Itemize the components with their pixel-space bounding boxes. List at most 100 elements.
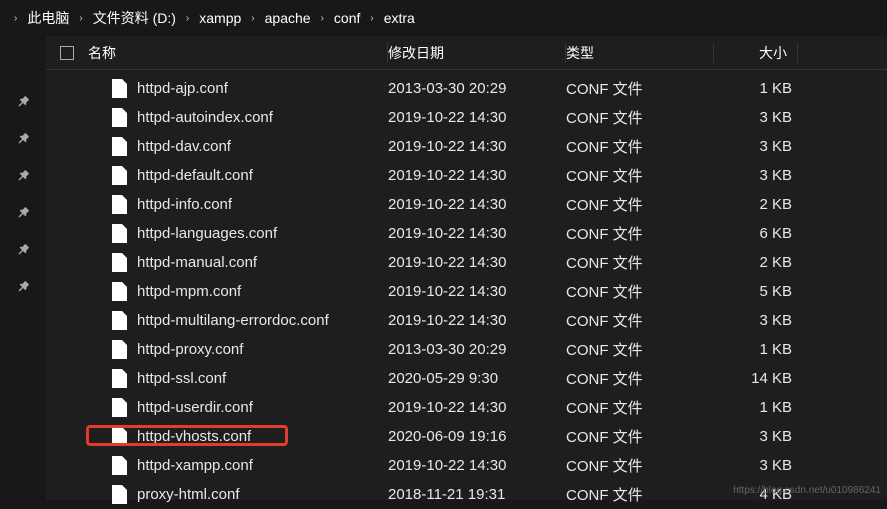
chevron-right-icon: › (370, 13, 373, 24)
file-type: CONF 文件 (566, 455, 714, 476)
file-type: CONF 文件 (566, 252, 714, 273)
column-header-row[interactable]: 名称 修改日期 类型 大小 (46, 36, 887, 70)
file-row[interactable]: httpd-dav.conf2019-10-22 14:30CONF 文件3 K… (46, 132, 887, 161)
file-size: 1 KB (714, 80, 798, 97)
file-date: 2020-05-29 9:30 (388, 370, 566, 387)
breadcrumb-segment[interactable]: extra (380, 8, 419, 28)
breadcrumb-segment[interactable]: apache (261, 8, 315, 28)
pin-icon[interactable] (15, 168, 31, 187)
chevron-right-icon: › (186, 13, 189, 24)
file-name: httpd-default.conf (137, 167, 253, 184)
file-size: 5 KB (714, 283, 798, 300)
breadcrumb-segment[interactable]: xampp (195, 8, 245, 28)
file-type: CONF 文件 (566, 107, 714, 128)
file-type: CONF 文件 (566, 281, 714, 302)
chevron-right-icon: › (79, 13, 82, 24)
file-date: 2019-10-22 14:30 (388, 254, 566, 271)
file-size: 6 KB (714, 225, 798, 242)
file-row[interactable]: httpd-userdir.conf2019-10-22 14:30CONF 文… (46, 393, 887, 422)
column-header-name[interactable]: 名称 (88, 43, 388, 63)
file-row[interactable]: httpd-languages.conf 2019-10-22 14:30CONF… (46, 219, 887, 248)
file-date: 2018-11-21 19:31 (388, 486, 566, 503)
file-icon (112, 456, 127, 475)
file-date: 2013-03-30 20:29 (388, 80, 566, 97)
file-name: httpd-vhosts.conf (137, 428, 251, 445)
select-all-checkbox[interactable] (60, 46, 88, 60)
file-icon (112, 427, 127, 446)
file-row[interactable]: httpd-multilang-errordoc.conf 2019-10-22 … (46, 306, 887, 335)
file-name: proxy-html.conf (137, 486, 240, 503)
file-row[interactable]: httpd-default.conf2019-10-22 14:30CONF 文… (46, 161, 887, 190)
pin-icon[interactable] (15, 94, 31, 113)
file-name: httpd-manual.conf (137, 254, 257, 271)
file-size: 3 KB (714, 312, 798, 329)
file-size: 14 KB (714, 370, 798, 387)
file-type: CONF 文件 (566, 194, 714, 215)
file-row[interactable]: httpd-vhosts.conf2020-06-09 19:16CONF 文件… (46, 422, 887, 451)
file-row[interactable]: httpd-ajp.conf 2013-03-30 20:29CONF 文件1 K… (46, 74, 887, 103)
file-date: 2019-10-22 14:30 (388, 109, 566, 126)
file-name: httpd-proxy.conf (137, 341, 243, 358)
file-icon (112, 282, 127, 301)
breadcrumb[interactable]: ›此电脑›文件资料 (D:)›xampp›apache›conf›extra (0, 0, 887, 36)
file-type: CONF 文件 (566, 78, 714, 99)
pin-icon[interactable] (15, 279, 31, 298)
file-row[interactable]: httpd-manual.conf 2019-10-22 14:30CONF 文件… (46, 248, 887, 277)
file-name: httpd-mpm.conf (137, 283, 241, 300)
column-header-size[interactable]: 大小 (714, 43, 798, 63)
breadcrumb-segment[interactable]: conf (330, 8, 364, 28)
file-icon (112, 485, 127, 504)
pin-icon[interactable] (15, 242, 31, 261)
file-size: 2 KB (714, 254, 798, 271)
quick-access-sidebar (0, 36, 46, 500)
breadcrumb-segment[interactable]: 文件资料 (D:) (89, 6, 180, 30)
file-icon (112, 253, 127, 272)
file-type: CONF 文件 (566, 484, 714, 505)
file-name: httpd-autoindex.conf (137, 109, 273, 126)
chevron-right-icon: › (251, 13, 254, 24)
breadcrumb-segment[interactable]: 此电脑 (23, 6, 73, 30)
file-date: 2019-10-22 14:30 (388, 225, 566, 242)
file-name: httpd-xampp.conf (137, 457, 253, 474)
file-row[interactable]: httpd-info.conf2019-10-22 14:30CONF 文件2 … (46, 190, 887, 219)
file-name: httpd-languages.conf (137, 225, 277, 242)
file-date: 2019-10-22 14:30 (388, 457, 566, 474)
file-row[interactable]: httpd-mpm.conf 2019-10-22 14:30CONF 文件5 K… (46, 277, 887, 306)
pin-icon[interactable] (15, 131, 31, 150)
file-icon (112, 340, 127, 359)
file-size: 3 KB (714, 428, 798, 445)
file-type: CONF 文件 (566, 223, 714, 244)
pin-icon[interactable] (15, 205, 31, 224)
file-type: CONF 文件 (566, 397, 714, 418)
file-name: httpd-dav.conf (137, 138, 231, 155)
file-date: 2013-03-30 20:29 (388, 341, 566, 358)
file-row[interactable]: httpd-autoindex.conf 2019-10-22 14:30CONF… (46, 103, 887, 132)
file-type: CONF 文件 (566, 136, 714, 157)
file-name: httpd-ajp.conf (137, 80, 228, 97)
file-name: httpd-info.conf (137, 196, 232, 213)
file-date: 2019-10-22 14:30 (388, 283, 566, 300)
file-row[interactable]: httpd-xampp.conf 2019-10-22 14:30CONF 文件3… (46, 451, 887, 480)
file-date: 2019-10-22 14:30 (388, 399, 566, 416)
file-icon (112, 224, 127, 243)
file-name: httpd-multilang-errordoc.conf (137, 312, 329, 329)
file-size: 1 KB (714, 399, 798, 416)
column-header-date[interactable]: 修改日期 (388, 43, 566, 63)
file-icon (112, 195, 127, 214)
file-type: CONF 文件 (566, 165, 714, 186)
file-list-panel: 名称 修改日期 类型 大小 httpd-ajp.conf 2013-03-30 2… (46, 36, 887, 500)
file-type: CONF 文件 (566, 426, 714, 447)
chevron-right-icon: › (14, 13, 17, 24)
column-header-type[interactable]: 类型 (566, 43, 714, 63)
file-size: 3 KB (714, 138, 798, 155)
file-icon (112, 398, 127, 417)
file-size: 3 KB (714, 457, 798, 474)
file-icon (112, 166, 127, 185)
file-size: 3 KB (714, 109, 798, 126)
file-row[interactable]: httpd-ssl.conf2020-05-29 9:30CONF 文件14 K… (46, 364, 887, 393)
file-type: CONF 文件 (566, 368, 714, 389)
file-icon (112, 79, 127, 98)
file-date: 2019-10-22 14:30 (388, 196, 566, 213)
file-row[interactable]: httpd-proxy.conf2013-03-30 20:29CONF 文件1… (46, 335, 887, 364)
file-date: 2019-10-22 14:30 (388, 312, 566, 329)
